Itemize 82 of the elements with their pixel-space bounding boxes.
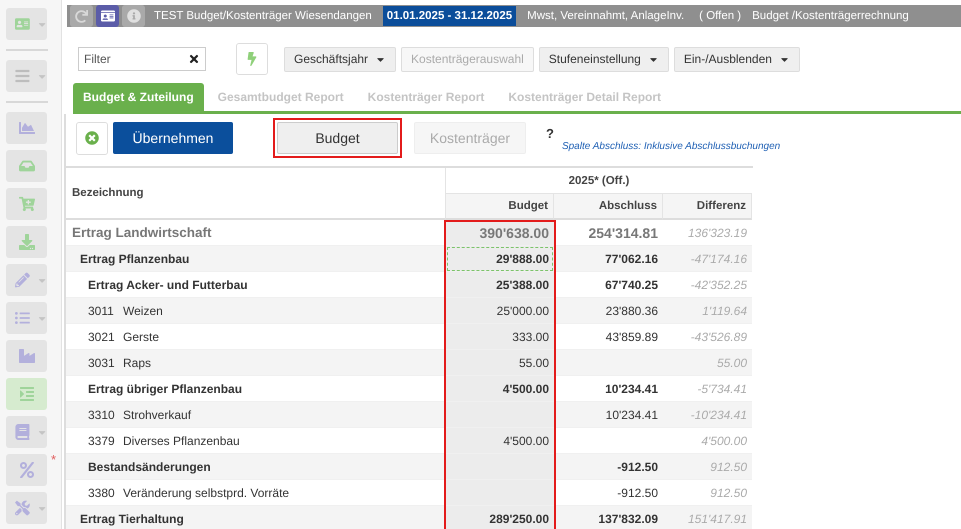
filter-field[interactable]: Filter — [78, 47, 206, 71]
row-label: 3310 Strohverkauf — [66, 402, 446, 428]
cancel-button[interactable] — [76, 122, 108, 154]
sidebar-button[interactable] — [6, 302, 47, 334]
period-label: 01.01.2025 - 31.12.2025 — [382, 6, 516, 26]
tab[interactable]: Gesamtbudget Report — [208, 83, 354, 111]
card-button[interactable] — [96, 5, 119, 27]
contact-card-icon — [15, 16, 30, 32]
book-icon — [15, 424, 30, 440]
toolbar-dropdown[interactable]: Stufeneinstellung — [538, 46, 669, 72]
table-cell: 55.00 — [663, 350, 752, 376]
list-icon — [15, 310, 30, 326]
status-label: ( Offen ) — [699, 10, 742, 22]
table-cell: 333.00 — [446, 324, 554, 350]
pencil-icon — [15, 272, 30, 288]
sidebar-button[interactable] — [6, 226, 47, 258]
row-label: Bestandsänderungen — [66, 454, 446, 480]
help-link[interactable]: ? — [546, 126, 554, 140]
table-cell: 23'880.36 — [554, 298, 663, 324]
table-cell: 137'832.09 — [554, 506, 663, 529]
table-cell: 4'500.00 — [446, 376, 554, 402]
sidebar-button[interactable] — [6, 60, 47, 92]
sidebar-button[interactable] — [6, 264, 47, 296]
tray-icon — [18, 158, 34, 174]
clear-icon[interactable] — [188, 53, 200, 65]
sidebar-button[interactable] — [6, 378, 47, 410]
sidebar-button[interactable] — [6, 112, 47, 144]
cancel-icon — [85, 131, 99, 145]
column-header: Abschluss — [554, 194, 663, 220]
sidebar-button[interactable] — [6, 188, 47, 220]
table-cell: 151'417.91 — [663, 506, 752, 529]
table-cell: 4'500.00 — [446, 428, 554, 454]
sidebar-button[interactable] — [6, 8, 47, 40]
bolt-button[interactable] — [236, 43, 268, 75]
table-cell: 29'888.00 — [446, 246, 554, 272]
column-header: Differenz — [663, 194, 752, 220]
table-cell: 390'638.00 — [446, 220, 554, 246]
tab[interactable]: Budget & Zuteilung — [73, 83, 204, 111]
toolbar-dropdown[interactable]: Ein-/Ausblenden — [674, 46, 800, 72]
tools-icon — [15, 500, 30, 516]
column-header: Budget — [446, 194, 554, 220]
table-cell: -912.50 — [554, 454, 663, 480]
area-chart-icon — [18, 120, 34, 136]
row-label: 3011 Weizen — [66, 298, 446, 324]
percent-icon — [18, 462, 34, 478]
table-cell: -47'174.16 — [663, 246, 752, 272]
settings-label: Mwst, Vereinnahmt, AnlageInv. — [527, 10, 684, 22]
sidebar-button[interactable] — [6, 150, 47, 182]
refresh-icon — [75, 10, 88, 22]
tab[interactable]: Kostenträger Report — [358, 83, 494, 111]
module-title: Budget /Kostenträgerrechnung — [752, 10, 909, 22]
toolbar-dropdown[interactable]: Geschäftsjahr — [284, 46, 396, 72]
required-mark: * — [50, 452, 56, 467]
row-label: 3031 Raps — [66, 350, 446, 376]
apply-button[interactable]: Übernehmen — [113, 122, 233, 154]
mode-button[interactable]: Kostenträger — [414, 122, 526, 154]
id-card-icon — [100, 9, 114, 23]
tab[interactable]: Kostenträger Detail Report — [498, 83, 672, 111]
table-cell: 10'234.41 — [554, 402, 663, 428]
table-cell: 25'388.00 — [446, 272, 554, 298]
bolt-icon — [245, 52, 259, 66]
table-cell: 55.00 — [446, 350, 554, 376]
cart-icon — [18, 196, 34, 212]
info-icon — [126, 9, 140, 23]
sidebar-button[interactable] — [6, 340, 47, 372]
table-cell: 912.50 — [663, 454, 752, 480]
table-cell: 25'000.00 — [446, 298, 554, 324]
mode-button[interactable]: Budget — [277, 122, 398, 154]
sidebar-button[interactable] — [6, 492, 47, 524]
factory-icon — [18, 348, 34, 364]
sidebar-button[interactable] — [6, 416, 47, 448]
row-label: Ertrag Tierhaltung — [66, 506, 446, 529]
table-cell: 289'250.00 — [446, 506, 554, 529]
indent-icon — [18, 386, 34, 402]
company-title: TEST Budget/Kostenträger Wiesendangen — [154, 10, 372, 22]
download-icon — [18, 234, 34, 250]
table-cell: 1'119.64 — [663, 298, 752, 324]
row-label: Ertrag Pflanzenbau — [66, 246, 446, 272]
table-cell: -10'234.41 — [663, 402, 752, 428]
menu-icon — [15, 68, 30, 84]
table-cell: 77'062.16 — [554, 246, 663, 272]
column-note: Spalte Abschluss: Inklusive Abschlussbuchungen — [562, 140, 780, 152]
